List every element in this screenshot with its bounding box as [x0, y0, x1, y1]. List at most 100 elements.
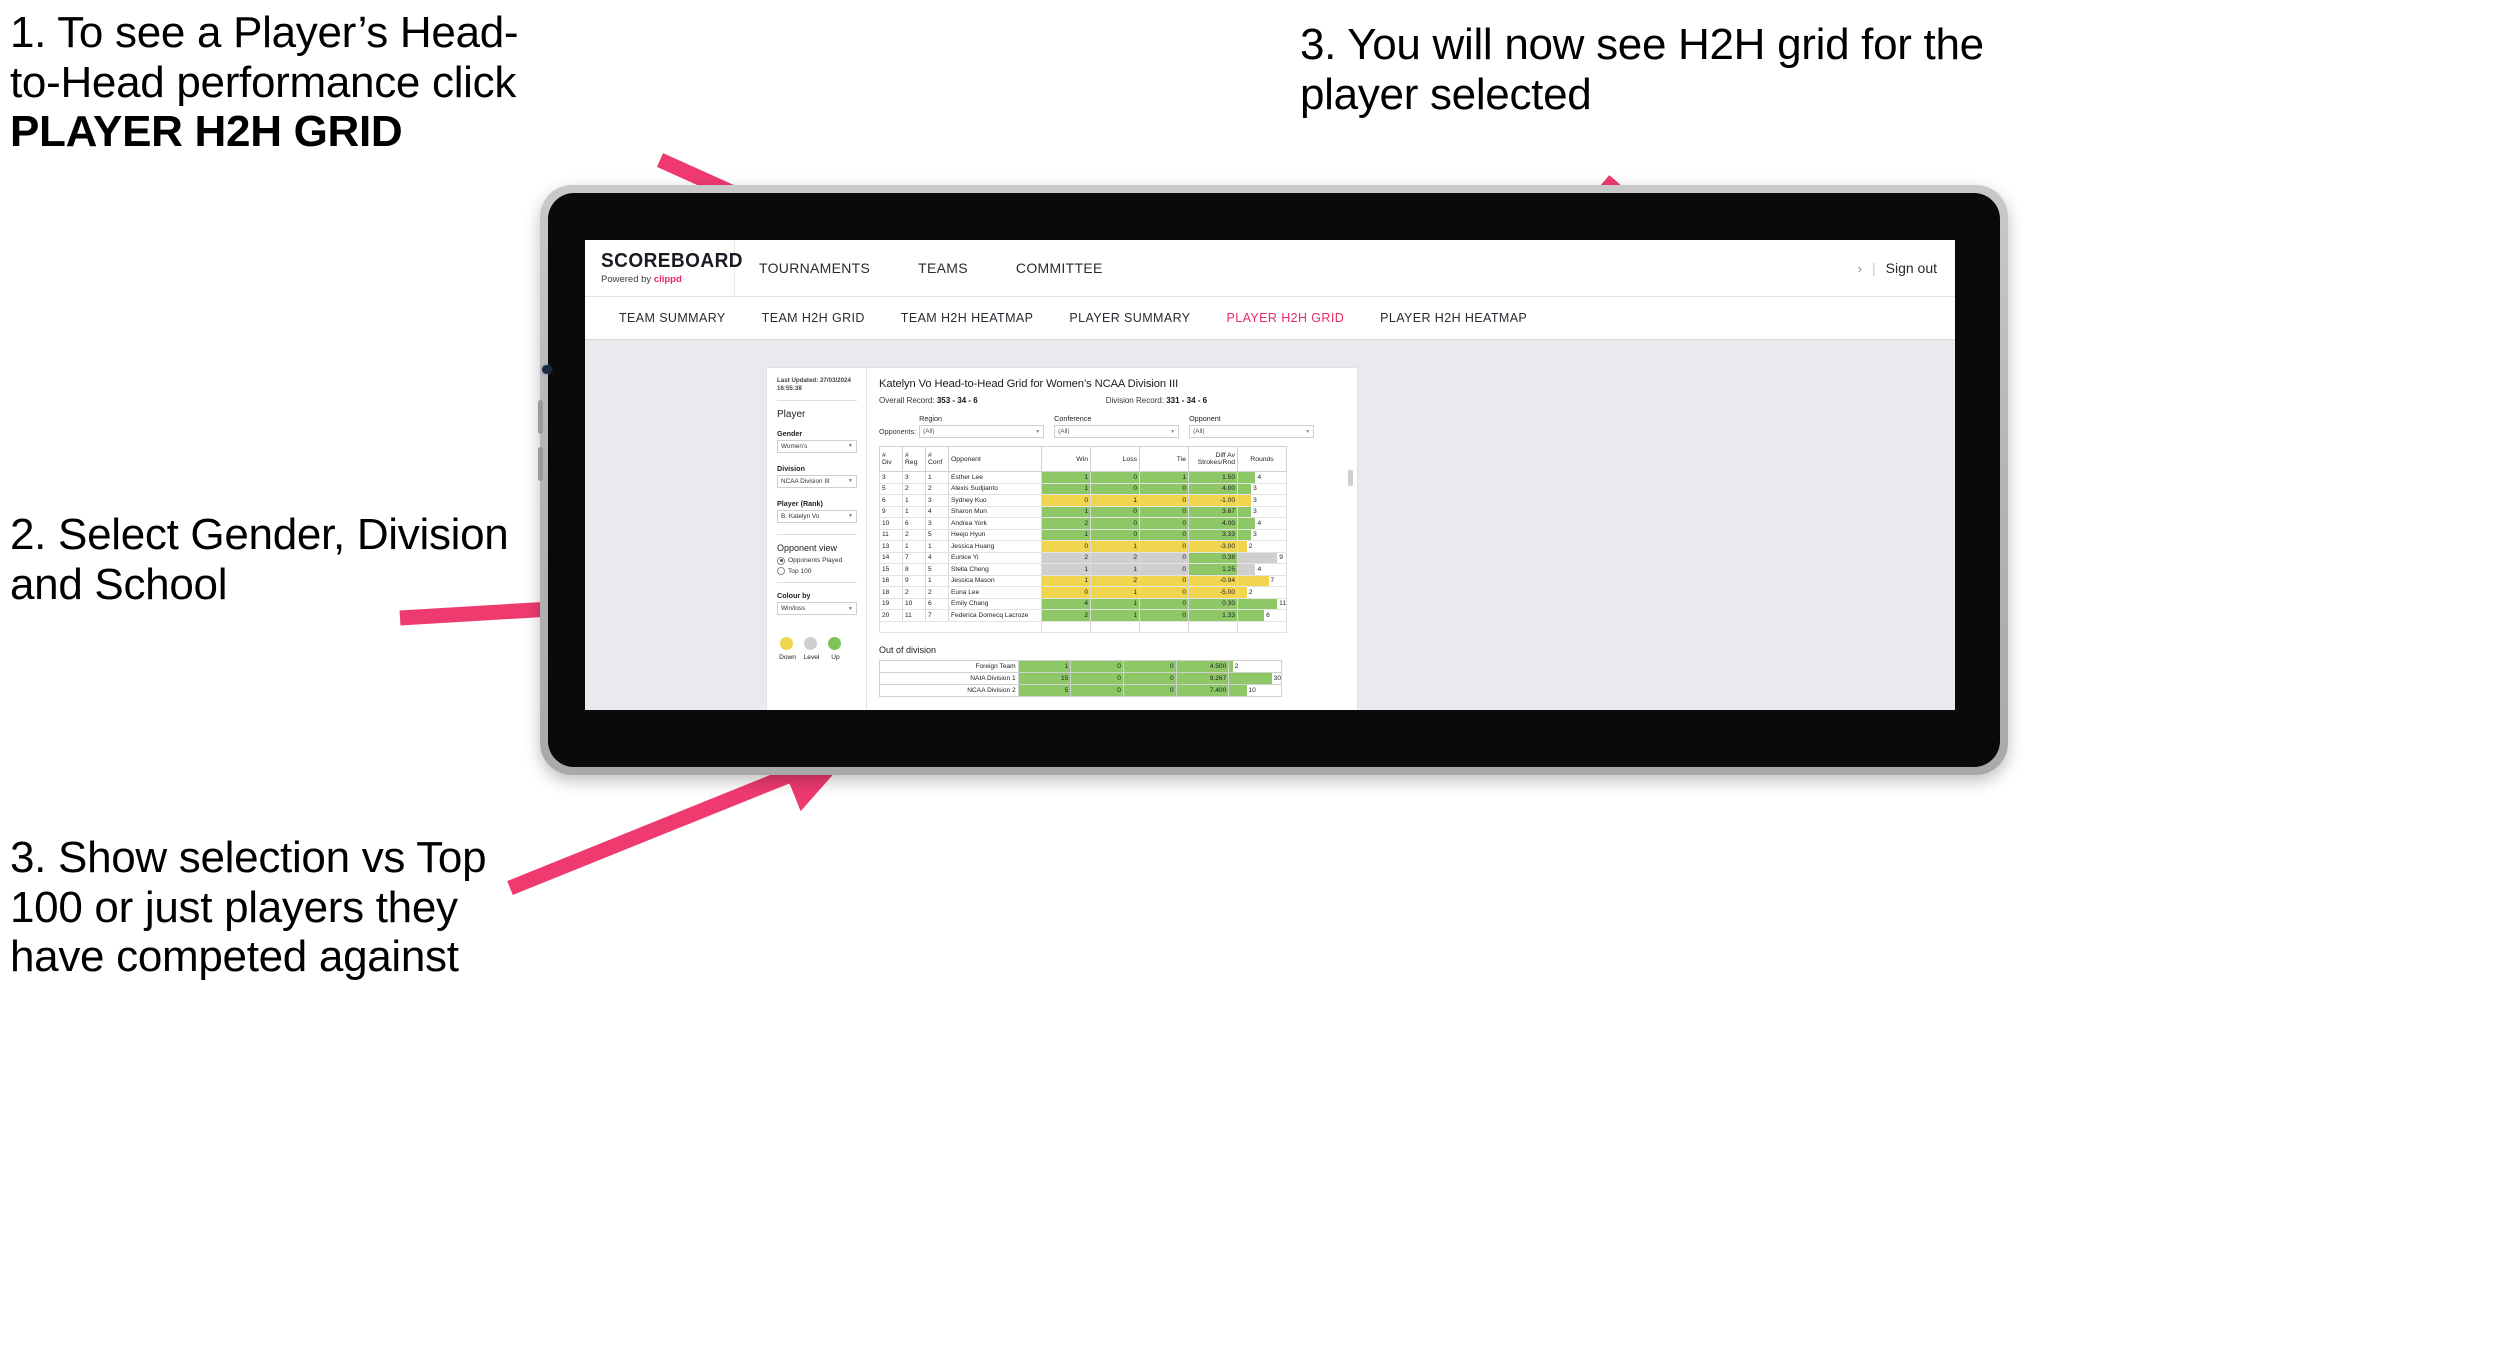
- radio-opponents-played-label: Opponents Played: [788, 557, 843, 564]
- cell-tie: 0: [1139, 529, 1189, 541]
- conference-select[interactable]: (All) ▼: [1054, 425, 1180, 438]
- cell-conf: 5: [925, 529, 949, 541]
- table-row[interactable]: 11 2 5 Heejo Hyun 1 0 0 3.33 3: [879, 529, 1287, 541]
- cell-loss: 0: [1070, 660, 1124, 673]
- cell-diff: 1.33: [1188, 609, 1238, 622]
- cell-loss: 0: [1090, 529, 1140, 541]
- main-nav-teams[interactable]: TEAMS: [894, 240, 992, 296]
- gender-select[interactable]: Women's ▼: [777, 439, 857, 453]
- col-loss: Loss: [1090, 446, 1140, 472]
- tab-team-h2h-grid[interactable]: TEAM H2H GRID: [744, 311, 883, 325]
- cell-rounds: 9: [1237, 552, 1287, 564]
- cell-div: 15: [879, 563, 903, 576]
- table-row[interactable]: 9 1 4 Sharon Mun 1 0 0 3.67 3: [879, 506, 1287, 518]
- table-row[interactable]: 15 8 5 Stella Cheng 1 1 0 1.25 4: [879, 563, 1287, 576]
- annotation-1: 1. To see a Player’s Head- to-Head perfo…: [10, 8, 750, 157]
- cell-div: 6: [879, 494, 903, 507]
- radio-top-100[interactable]: Top 100: [777, 567, 857, 575]
- brand-logo[interactable]: SCOREBOARD Powered by clippd: [585, 240, 743, 296]
- cell-win: 4: [1041, 598, 1091, 610]
- cell-diff: -3.00: [1188, 540, 1238, 553]
- legend-swatch-down: [780, 637, 793, 650]
- cell-diff: 0.38: [1188, 552, 1238, 564]
- main-nav-committee[interactable]: COMMITTEE: [992, 240, 1127, 296]
- annotation-2: 2. Select Gender, Division and School: [10, 510, 509, 609]
- cell-win: 1: [1041, 575, 1091, 587]
- cell-reg: 7: [902, 552, 926, 564]
- table-row[interactable]: 16 9 1 Jessica Mason 1 2 0 -0.94 7: [879, 575, 1287, 587]
- cell-tie: 0: [1139, 494, 1189, 507]
- cell-win: 2: [1041, 517, 1091, 530]
- opponent-select[interactable]: (All) ▼: [1189, 425, 1315, 438]
- cell-diff: 3.33: [1188, 529, 1238, 541]
- table-scrollbar[interactable]: [1348, 470, 1353, 486]
- cell-div: 19: [879, 598, 903, 610]
- opponent-filter: Opponent (All) ▼: [1189, 414, 1315, 438]
- table-row[interactable]: 18 2 2 Euna Lee 0 1 0 -5.00 2: [879, 586, 1287, 599]
- table-header-row: # Div # Reg # Conf Opponent Win Loss Tie Di…: [879, 446, 1287, 472]
- table-row[interactable]: 6 1 3 Sydney Kuo 0 1 0 -1.00 3: [879, 494, 1287, 507]
- cell-tie: 1: [1139, 471, 1189, 484]
- main-nav-tournaments[interactable]: TOURNAMENTS: [735, 240, 894, 296]
- brand-tagline-prefix: Powered by: [601, 274, 654, 285]
- cell-loss: 2: [1090, 575, 1140, 587]
- col-opponent: Opponent: [948, 446, 1042, 472]
- legend-label-down: Down: [779, 654, 796, 661]
- table-row[interactable]: 3 3 1 Esther Lee 1 0 1 1.50 4: [879, 471, 1287, 484]
- overall-record-label: Overall Record:: [879, 396, 935, 405]
- cell-rounds: 3: [1237, 483, 1287, 495]
- tablet-volume-up-button[interactable]: [538, 400, 543, 434]
- colour-by-select[interactable]: Win/loss ▼: [777, 602, 857, 615]
- cell-diff: 1.50: [1188, 471, 1238, 484]
- cell-tie: 0: [1139, 586, 1189, 599]
- out-of-division-row[interactable]: NAIA Division 1 15 0 0 9.267 30: [879, 672, 1282, 685]
- cell-loss: 0: [1090, 483, 1140, 495]
- h2h-table-head: # Div # Reg # Conf Opponent Win Loss Tie Di…: [879, 446, 1287, 472]
- cell-tie: 0: [1139, 598, 1189, 610]
- cell-reg: 2: [902, 586, 926, 599]
- table-row[interactable]: 14 7 4 Eunice Yi 2 2 0 0.38 9: [879, 552, 1287, 564]
- out-of-division-row[interactable]: NCAA Division 2 5 0 0 7.400 10: [879, 684, 1282, 697]
- cell-opponent: Sydney Kuo: [948, 494, 1042, 507]
- cell-diff: 9.267: [1175, 672, 1230, 685]
- divider: [777, 399, 857, 401]
- table-row[interactable]: 10 6 3 Andrea York 2 0 0 4.00 4: [879, 517, 1287, 530]
- colour-by-label: Colour by: [777, 591, 811, 600]
- table-row[interactable]: 13 1 1 Jessica Huang 0 1 0 -3.00 2: [879, 540, 1287, 553]
- cell-blank: [879, 621, 1042, 633]
- table-row[interactable]: 5 2 2 Alexis Sudjianto 1 0 0 4.00 3: [879, 483, 1287, 495]
- tab-player-h2h-heatmap[interactable]: PLAYER H2H HEATMAP: [1362, 311, 1545, 325]
- tab-player-h2h-grid[interactable]: PLAYER H2H GRID: [1209, 311, 1363, 325]
- radio-icon-selected: [777, 556, 785, 565]
- legend-swatch-level: [804, 637, 817, 650]
- division-select[interactable]: NCAA Division III ▼: [777, 474, 857, 488]
- radio-opponents-played[interactable]: Opponents Played: [777, 556, 857, 565]
- out-of-division-row[interactable]: Foreign Team 1 0 0 4.500 2: [879, 660, 1282, 673]
- col-div: # Div: [879, 446, 903, 472]
- signout-link[interactable]: Sign out: [1886, 260, 1937, 276]
- radio-top-100-label: Top 100: [788, 567, 812, 575]
- cell-win: 0: [1041, 494, 1091, 507]
- cell-win: 15: [1017, 672, 1072, 685]
- tab-team-summary[interactable]: TEAM SUMMARY: [601, 311, 744, 325]
- cell-label: Foreign Team: [879, 660, 1019, 673]
- tab-player-summary[interactable]: PLAYER SUMMARY: [1051, 311, 1208, 325]
- radio-icon-unselected: [777, 567, 785, 575]
- cell-loss: 0: [1090, 506, 1140, 518]
- table-row[interactable]: 19 10 6 Emily Chang 4 1 0 0.30 11: [879, 598, 1287, 610]
- cell-div: 13: [879, 540, 903, 553]
- arrow-to-opponent-view: [507, 741, 857, 895]
- tablet-volume-down-button[interactable]: [538, 447, 543, 481]
- region-select[interactable]: (All) ▼: [919, 425, 1045, 438]
- opponent-filters: Opponents: Region (All) ▼ Conference (Al: [879, 414, 1346, 438]
- divider: |: [1871, 260, 1876, 276]
- cell-reg: 2: [902, 483, 926, 495]
- cell-conf: 5: [925, 563, 949, 576]
- cell-rounds: 2: [1237, 540, 1287, 553]
- division-value: NCAA Division III: [781, 477, 830, 485]
- tab-team-h2h-heatmap[interactable]: TEAM H2H HEATMAP: [883, 311, 1052, 325]
- player-select[interactable]: B. Katelyn Vo ▼: [777, 509, 857, 523]
- cell-diff: 7.400: [1175, 684, 1230, 697]
- table-row[interactable]: 20 11 7 Federica Domecq Lacroze 2 1 0 1.33 6: [879, 609, 1287, 622]
- cell-loss: 0: [1070, 672, 1124, 685]
